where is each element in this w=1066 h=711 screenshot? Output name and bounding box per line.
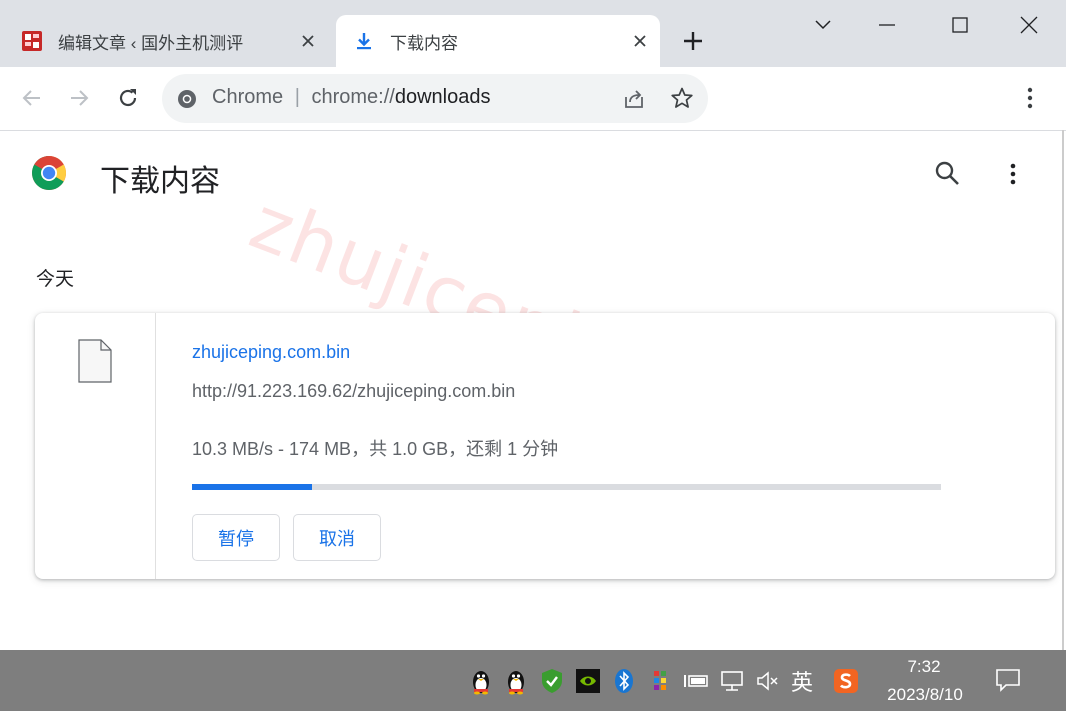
close-window-button[interactable] <box>1012 8 1046 42</box>
site-seal-icon <box>20 29 44 53</box>
cancel-button[interactable]: 取消 <box>293 514 381 561</box>
back-button[interactable] <box>16 82 48 114</box>
reload-button[interactable] <box>112 82 144 114</box>
date-section-label: 今天 <box>36 269 75 290</box>
qq-penguin-icon[interactable] <box>467 666 495 696</box>
tab-title: 编辑文章 ‹ 国外主机测评 <box>58 33 244 53</box>
color-grid-app-icon[interactable] <box>646 666 674 696</box>
network-icon[interactable] <box>718 666 746 696</box>
download-icon <box>352 29 376 53</box>
clock-time[interactable]: 7:32 <box>900 657 948 677</box>
download-progress-bar <box>192 484 941 490</box>
star-icon <box>671 87 693 108</box>
site-label: Chrome <box>212 86 284 108</box>
search-button[interactable] <box>933 159 961 187</box>
tab-downloads[interactable]: 下载内容 <box>336 15 660 67</box>
share-button[interactable] <box>622 87 648 111</box>
reload-icon <box>119 89 137 107</box>
clock-date[interactable]: 2023/8/10 <box>880 685 970 705</box>
more-vert-icon <box>1010 163 1016 185</box>
forward-button[interactable] <box>63 82 95 114</box>
battery-power-icon[interactable] <box>682 666 710 696</box>
address-text[interactable]: Chrome | chrome://downloads <box>212 86 490 109</box>
tab-title: 下载内容 <box>390 33 458 53</box>
page-title: 下载内容 <box>100 165 220 198</box>
file-source-url[interactable]: http://91.223.169.62/zhujiceping.com.bin <box>192 381 515 402</box>
close-tab-icon[interactable] <box>296 29 320 53</box>
share-icon <box>625 90 643 108</box>
tab-search-button[interactable] <box>806 8 840 42</box>
window-edge <box>1062 130 1064 650</box>
maximize-button[interactable] <box>943 8 977 42</box>
page-menu-button[interactable] <box>1003 160 1023 188</box>
speech-bubble-icon <box>996 669 1020 692</box>
download-status: 10.3 MB/s - 174 MB，共 1.0 GB，还剩 1 分钟 <box>192 439 559 459</box>
bluetooth-icon[interactable] <box>610 666 638 696</box>
forward-arrow-icon <box>71 90 89 106</box>
input-method-indicator[interactable]: 英 <box>786 666 818 696</box>
volume-muted-icon[interactable] <box>754 666 782 696</box>
file-icon <box>78 339 112 388</box>
chevron-down-icon <box>815 20 831 30</box>
pause-button[interactable]: 暂停 <box>192 514 280 561</box>
minimize-button[interactable] <box>870 8 904 42</box>
plus-icon <box>684 32 702 50</box>
maximize-icon <box>952 17 968 33</box>
close-icon <box>1020 16 1038 34</box>
security-shield-icon[interactable] <box>538 666 566 696</box>
search-icon <box>935 161 959 185</box>
nvidia-icon[interactable] <box>574 666 602 696</box>
browser-menu-button[interactable] <box>1020 84 1040 112</box>
qq-penguin-icon[interactable] <box>502 666 530 696</box>
bookmark-button[interactable] <box>670 86 696 112</box>
progress-fill <box>192 484 312 490</box>
file-name-link[interactable]: zhujiceping.com.bin <box>192 342 350 363</box>
chrome-logo-icon <box>31 155 67 191</box>
url-scheme: chrome:// <box>311 86 395 108</box>
card-divider <box>155 313 156 579</box>
chrome-site-icon <box>176 88 198 110</box>
new-tab-button[interactable] <box>676 26 710 56</box>
minimize-icon <box>879 24 895 26</box>
omnibox-separator: | <box>294 86 300 108</box>
more-vert-icon <box>1027 87 1033 109</box>
close-tab-icon[interactable] <box>628 29 652 53</box>
back-arrow-icon <box>22 90 40 106</box>
sogou-ime-icon[interactable] <box>832 666 860 696</box>
notification-center-button[interactable] <box>993 664 1023 696</box>
tab-edit-article[interactable]: 编辑文章 ‹ 国外主机测评 <box>20 15 328 67</box>
url-path: downloads <box>394 86 491 108</box>
